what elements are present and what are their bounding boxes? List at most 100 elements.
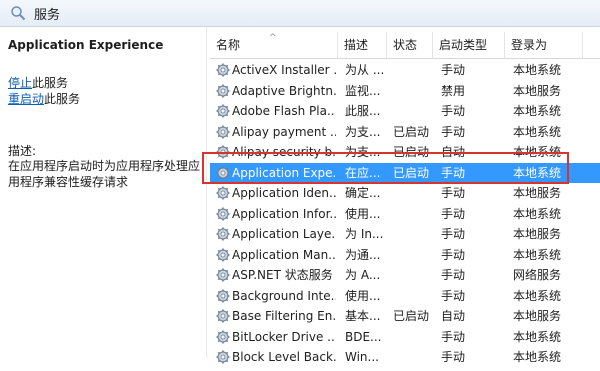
cell-status [393,81,437,101]
table-header: 名称 ^ 描述 状态 启动类型 登录为 [210,32,600,59]
cell-name: Block Level Back... [232,350,336,364]
cell-desc: 此服... [345,104,381,118]
cell-status: 已启动 [393,124,430,139]
service-detail-pane: Application Experience 停止此服务 重启动此服务 描述: … [0,27,206,358]
cell-startup: 禁用 [441,83,466,98]
table-row[interactable]: Application Infor... 使用... 手动 本地系统 [210,204,600,224]
cell-startup: 手动 [441,227,466,241]
cell-logon: 本地系统 [513,247,562,262]
column-header-description[interactable]: 描述 [338,32,387,58]
stop-service-link[interactable]: 停止 [8,76,32,90]
cell-startup: 手动 [441,186,466,200]
table-row[interactable]: Base Filtering En... 基本... 已启动 自动 本地服务 [210,306,600,326]
gear-icon [215,267,231,283]
cell-logon: 本地服务 [513,227,562,241]
cell-status [393,347,437,367]
cell-name: Background Inte... [232,288,336,303]
cell-startup: 手动 [441,104,466,118]
cell-startup: 手动 [441,350,466,364]
cell-desc: 为 In... [345,227,384,241]
magnifier-icon [11,6,26,21]
services-table: 名称 ^ 描述 状态 启动类型 登录为 ActiveX Installer ..… [210,27,600,364]
cell-name: Application Infor... [232,206,336,221]
pane-divider[interactable] [206,27,207,358]
cell-logon: 本地系统 [513,104,562,118]
table-row[interactable]: Block Level Back... Win... 手动 本地系统 [210,347,600,367]
cell-startup: 手动 [441,124,466,139]
cell-desc: 确定... [345,186,381,200]
table-row[interactable]: Alipay payment ... 为支... 已启动 手动 本地系统 [210,122,600,142]
gear-icon [215,226,231,242]
cell-name: Adobe Flash Pla... [232,104,336,118]
cell-status [393,224,437,244]
cell-logon: 网络服务 [513,268,562,282]
cell-desc: BDE... [345,329,382,344]
table-row[interactable]: Adobe Flash Pla... 此服... 手动 本地系统 [210,101,600,121]
cell-logon: 本地系统 [513,63,562,77]
gear-icon [215,349,231,365]
highlight-annotation [202,152,569,184]
table-row[interactable]: Application Man... 为通... 手动 本地系统 [210,245,600,265]
cell-startup: 手动 [441,247,466,262]
table-row[interactable]: Background Inte... 使用... 手动 本地系统 [210,286,600,306]
cell-desc: 为从 ... [345,63,385,77]
window-header: 服务 [0,0,600,27]
table-row[interactable]: Application Laye... 为 In... 手动 本地服务 [210,224,600,244]
table-row[interactable]: ASP.NET 状态服务为 A... 手动 网络服务 [210,265,600,285]
cell-logon: 本地系统 [513,288,562,303]
cell-status [393,265,437,285]
cell-status [393,183,437,203]
cell-status [393,245,437,265]
window-title: 服务 [34,8,61,23]
cell-desc: 使用... [345,288,381,303]
column-header-startup-type[interactable]: 启动类型 [433,32,505,58]
restart-suffix: 此服务 [44,92,81,106]
service-name: Application Experience [8,38,164,52]
table-row[interactable]: Application Iden... 确定... 手动 本地服务 [210,183,600,203]
restart-service-link[interactable]: 重启动 [8,92,44,106]
cell-desc: 监视... [345,83,381,98]
stop-line: 停止此服务 [8,75,68,91]
cell-desc: Win... [345,350,379,364]
cell-status: 已启动 [393,309,430,323]
cell-status [393,101,437,121]
cell-desc: 基本... [345,309,381,323]
column-label: 启动类型 [439,38,488,52]
cell-status [393,286,437,306]
column-label: 状态 [393,38,418,52]
restart-line: 重启动此服务 [8,91,80,107]
column-label: 名称 [216,38,241,52]
cell-status [393,327,437,347]
cell-logon: 本地系统 [513,206,562,221]
gear-icon [215,247,231,263]
cell-startup: 手动 [441,329,466,344]
gear-icon [215,103,231,119]
cell-name: Alipay payment ... [232,124,336,139]
cell-startup: 手动 [441,206,466,221]
gear-icon [215,83,231,99]
table-row[interactable]: ActiveX Installer ... 为从 ... 手动 本地系统 [210,60,600,80]
sort-up-icon: ^ [269,33,277,43]
cell-name: Application Man... [232,247,336,262]
cell-status [393,60,437,80]
gear-icon [215,329,231,345]
cell-desc: 为 A... [345,268,381,282]
gear-icon [215,288,231,304]
gear-icon [215,62,231,78]
cell-name: ActiveX Installer ... [232,63,336,77]
stop-suffix: 此服务 [32,76,69,90]
column-header-status[interactable]: 状态 [387,32,433,58]
cell-startup: 手动 [441,268,466,282]
cell-name: Adaptive Brightn... [232,83,336,98]
table-row[interactable]: BitLocker Drive ... BDE... 手动 本地系统 [210,327,600,347]
gear-icon [215,308,231,324]
cell-startup: 自动 [441,309,466,323]
column-header-name[interactable]: 名称 ^ [210,32,338,58]
cell-logon: 本地系统 [513,329,562,344]
description-label: 描述: [8,144,37,158]
cell-logon: 本地服务 [513,186,562,200]
column-header-logon-as[interactable]: 登录为 [505,32,583,58]
cell-name: Application Iden... [232,186,336,200]
table-row[interactable]: Adaptive Brightn... 监视... 禁用 本地服务 [210,81,600,101]
cell-desc: 为支... [345,124,381,139]
